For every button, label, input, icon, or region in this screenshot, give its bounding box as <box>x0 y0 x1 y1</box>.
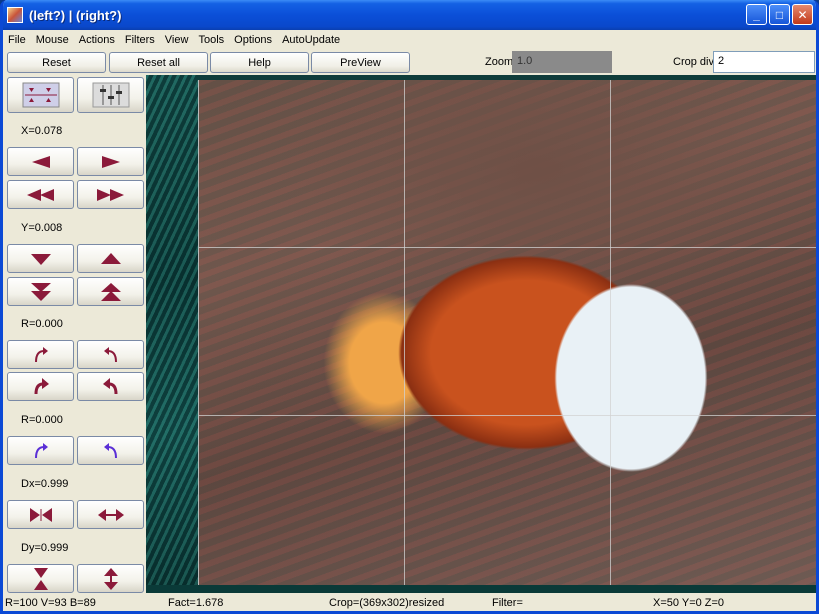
y-fast-up-button[interactable] <box>77 277 144 306</box>
status-filter: Filter= <box>492 597 523 609</box>
dy-expand-button[interactable] <box>77 564 144 593</box>
y-down-button[interactable] <box>7 244 74 273</box>
x-value-label: X=0.078 <box>21 125 63 137</box>
menu-bar: File Mouse Actions Filters View Tools Op… <box>3 30 816 49</box>
rotate-counterclockwise-icon <box>103 346 117 362</box>
rotate-clockwise-icon <box>34 346 48 362</box>
anaglyph-photo[interactable] <box>198 80 816 585</box>
reset-all-button[interactable]: Reset all <box>109 52 208 73</box>
rotate-ccw-fast-button[interactable] <box>77 372 144 401</box>
rotate2-cw-button[interactable] <box>7 436 74 465</box>
canvas-bottom-band <box>146 585 816 593</box>
x-fast-left-button[interactable] <box>7 180 74 209</box>
y-up-button[interactable] <box>77 244 144 273</box>
dx-value-label: Dx=0.999 <box>21 478 69 490</box>
control-panel: X=0.078 Y=0.008 R=0.000 R=0.000 Dx=0.999… <box>3 75 146 593</box>
app-window: (left?) | (right?) _ □ ✕ File Mouse Acti… <box>0 0 819 614</box>
double-arrow-up-icon <box>100 282 121 301</box>
maximize-button[interactable]: □ <box>769 4 790 25</box>
menu-options[interactable]: Options <box>229 34 277 46</box>
double-arrow-down-icon <box>30 282 51 301</box>
align-grid-icon <box>22 82 59 108</box>
close-icon: ✕ <box>797 7 808 22</box>
menu-tools[interactable]: Tools <box>193 34 229 46</box>
dy-value-label: Dy=0.999 <box>21 542 69 554</box>
shrink-vertical-icon <box>33 567 48 590</box>
status-crop: Crop=(369x302)resized <box>329 597 445 609</box>
x-left-button[interactable] <box>7 147 74 176</box>
dy-shrink-button[interactable] <box>7 564 74 593</box>
reset-button[interactable]: Reset <box>7 52 106 73</box>
crop-div-label: Crop div <box>673 56 714 68</box>
status-xyz: X=50 Y=0 Z=0 <box>653 597 725 609</box>
arrow-down-icon <box>30 253 51 265</box>
toolbar: Reset Reset all Help PreView Zoom 1.0 Cr… <box>3 50 816 75</box>
rotate-cw-fast-button[interactable] <box>7 372 74 401</box>
grid-line <box>610 80 611 585</box>
status-rvb: R=100 V=93 B=89 <box>5 597 96 609</box>
image-canvas[interactable] <box>146 75 816 593</box>
rotate-cw-button[interactable] <box>7 340 74 369</box>
align-tool-button[interactable] <box>7 77 74 113</box>
x-fast-right-button[interactable] <box>77 180 144 209</box>
arrow-up-icon <box>100 252 121 264</box>
r2-value-label: R=0.000 <box>21 414 63 426</box>
r-value-label: R=0.000 <box>21 318 63 330</box>
x-right-button[interactable] <box>77 147 144 176</box>
status-bar: R=100 V=93 B=89 Fact=1.678 Crop=(369x302… <box>3 593 816 611</box>
sliders-icon <box>92 82 129 108</box>
left-image-strip <box>146 75 198 585</box>
rotate-counterclockwise-blue-icon <box>103 442 117 458</box>
y-fast-down-button[interactable] <box>7 277 74 306</box>
preview-button[interactable]: PreView <box>311 52 410 73</box>
minimize-icon: _ <box>753 7 760 22</box>
arrow-left-icon <box>31 155 50 168</box>
menu-autoupdate[interactable]: AutoUpdate <box>277 34 345 46</box>
zoom-label: Zoom <box>485 56 514 68</box>
double-arrow-left-icon <box>26 188 54 201</box>
slider-tool-button[interactable] <box>77 77 144 113</box>
menu-view[interactable]: View <box>160 34 194 46</box>
minimize-button[interactable]: _ <box>746 4 767 25</box>
shrink-horizontal-icon <box>29 507 52 522</box>
expand-horizontal-icon <box>97 508 124 521</box>
zoom-field[interactable]: 1.0 <box>512 51 612 73</box>
title-bar[interactable]: (left?) | (right?) _ □ ✕ <box>3 0 816 30</box>
grid-line <box>404 80 405 585</box>
rotate-ccw-button[interactable] <box>77 340 144 369</box>
rotate-clockwise-fast-icon <box>34 377 49 394</box>
arrow-right-icon <box>101 155 120 168</box>
expand-vertical-icon <box>103 567 118 590</box>
rotate-clockwise-blue-icon <box>34 442 48 458</box>
menu-actions[interactable]: Actions <box>74 34 120 46</box>
status-fact: Fact=1.678 <box>168 597 224 609</box>
dx-shrink-button[interactable] <box>7 500 74 529</box>
maximize-icon: □ <box>775 7 784 22</box>
double-arrow-right-icon <box>96 188 124 201</box>
menu-filters[interactable]: Filters <box>120 34 160 46</box>
y-value-label: Y=0.008 <box>21 222 63 234</box>
window-title: (left?) | (right?) <box>29 7 122 23</box>
grid-line <box>199 247 816 248</box>
close-button[interactable]: ✕ <box>792 4 813 25</box>
menu-mouse[interactable]: Mouse <box>31 34 74 46</box>
help-button[interactable]: Help <box>210 52 309 73</box>
menu-file[interactable]: File <box>3 34 31 46</box>
grid-line <box>199 415 816 416</box>
crop-div-field[interactable]: 2 <box>713 51 815 73</box>
dx-expand-button[interactable] <box>77 500 144 529</box>
rotate-counterclockwise-fast-icon <box>102 377 117 394</box>
rotate2-ccw-button[interactable] <box>77 436 144 465</box>
app-icon <box>7 7 23 23</box>
